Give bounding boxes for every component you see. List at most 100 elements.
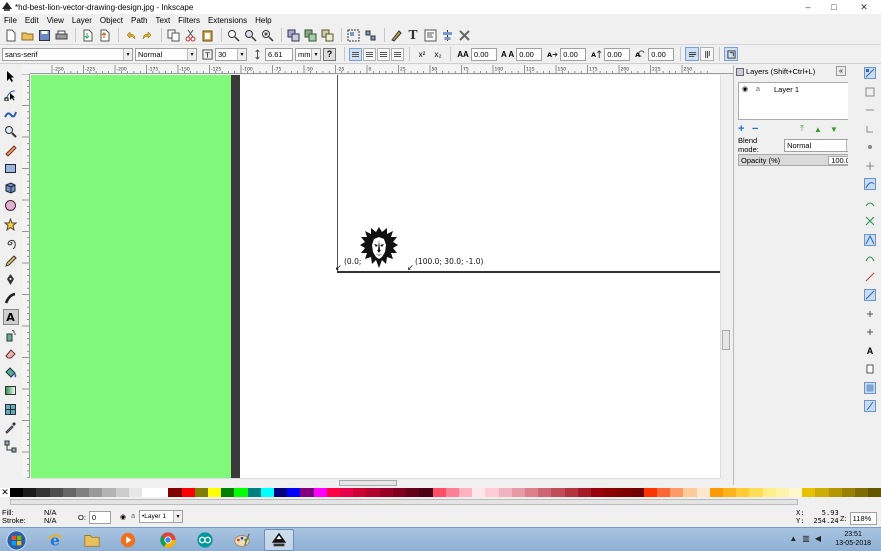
opacity-slider[interactable]: Opacity (%) 100.0 [738,154,856,166]
font-family-dropdown-icon[interactable]: ▾ [123,48,132,60]
snap-object-centers-icon[interactable] [864,308,876,320]
snap-smooth-nodes-icon[interactable] [864,252,876,264]
paste-icon[interactable] [200,28,214,42]
lock-icon[interactable]: a [750,86,766,93]
menu-help[interactable]: Help [251,16,275,25]
zoom-tool-icon[interactable] [3,124,19,140]
vertical-shift-field[interactable]: 0.00 [604,47,631,61]
color-swatch[interactable] [406,488,420,497]
color-swatch[interactable] [62,488,77,497]
help-button[interactable]: ? [323,47,336,61]
color-swatch[interactable] [604,488,618,497]
color-swatch[interactable] [287,488,301,497]
font-style-dropdown-icon[interactable]: ▾ [187,48,196,60]
snap-bbox-edge-icon[interactable] [864,104,876,116]
pencil-tool-icon[interactable] [3,253,19,269]
3d-box-tool-icon[interactable] [3,179,19,195]
snap-enable-icon[interactable] [864,67,876,79]
color-swatch[interactable] [23,488,37,497]
snap-line-midpoints-icon[interactable] [864,271,876,283]
opacity-status-field[interactable]: 0 [88,511,111,524]
copy-icon[interactable] [166,28,180,42]
color-swatch[interactable] [234,488,248,497]
palette-scroll-thumb[interactable] [10,499,798,505]
layer-name[interactable]: Layer 1 [774,85,799,94]
color-swatch[interactable] [670,488,684,497]
color-swatch[interactable] [168,488,182,497]
word-spacing-field[interactable]: 0.00 [516,47,543,61]
color-swatch[interactable] [656,488,671,497]
text-tool-icon[interactable]: A [2,308,19,325]
menu-filters[interactable]: Filters [174,16,204,25]
snap-others-icon[interactable] [864,289,876,301]
volume-icon[interactable]: ◀ [815,534,821,543]
cut-icon[interactable] [183,28,197,42]
inkscape-taskbar-icon[interactable] [264,529,294,551]
selector-tool-icon[interactable] [3,68,19,84]
unit-dropdown-icon[interactable]: ▾ [311,48,320,60]
menu-extensions[interactable]: Extensions [204,16,251,25]
color-swatch[interactable] [485,488,499,497]
measure-tool-icon[interactable] [3,142,19,158]
color-swatch[interactable] [788,488,803,497]
color-swatch[interactable] [551,488,565,497]
color-swatch[interactable] [89,488,103,497]
undo-icon[interactable] [123,28,137,42]
snap-toggle-button[interactable] [724,47,739,61]
color-swatch[interactable] [392,488,407,497]
snap-bbox-icon[interactable] [864,86,876,98]
color-swatch[interactable] [722,488,737,497]
unlink-clone-icon[interactable] [320,28,334,42]
panel-collapse-button[interactable]: « [836,66,846,76]
color-swatch[interactable] [590,488,605,497]
color-swatch[interactable] [630,488,644,497]
minimize-button[interactable]: – [795,0,821,14]
horizontal-scrollbar[interactable] [31,478,720,487]
color-swatch[interactable] [102,488,116,497]
eraser-tool-icon[interactable] [3,346,19,362]
dark-bitmap-strip[interactable] [231,75,240,478]
color-swatch[interactable] [617,488,631,497]
file-explorer-taskbar-icon[interactable] [77,529,107,551]
palette-scrollbar[interactable] [0,497,881,507]
calligraphy-tool-icon[interactable] [3,290,19,306]
color-swatch[interactable] [36,488,50,497]
lion-head-image[interactable] [359,226,399,270]
start-button[interactable] [3,529,29,551]
color-swatch[interactable] [841,488,855,497]
node-tool-icon[interactable] [3,87,19,103]
line-spacing-field[interactable]: 6.61 [265,47,293,61]
color-swatch[interactable] [736,488,750,497]
arduino-taskbar-icon[interactable] [190,529,220,551]
color-swatch[interactable] [366,488,380,497]
horizontal-text-button[interactable] [685,47,700,61]
color-swatch[interactable] [142,488,156,497]
raise-to-top-icon[interactable]: ⤒ [794,124,810,134]
font-family-field[interactable]: sans-serif ▾ [2,47,133,61]
color-swatch[interactable] [128,488,143,497]
color-swatch[interactable] [419,488,433,497]
zoom-selection-icon[interactable] [226,28,240,42]
color-swatch[interactable] [445,488,459,497]
menu-view[interactable]: View [43,16,68,25]
unit-field[interactable]: mm ▾ [295,47,321,61]
color-swatch[interactable] [208,488,222,497]
import-icon[interactable] [80,28,94,42]
color-swatch[interactable] [458,488,473,497]
export-icon[interactable] [97,28,111,42]
add-layer-icon[interactable]: + [738,123,752,135]
snap-bbox-center-icon[interactable] [864,160,876,172]
color-swatch[interactable] [353,488,367,497]
vertical-scrollbar[interactable] [720,75,732,478]
color-swatch[interactable] [194,488,209,497]
color-swatch[interactable] [524,488,539,497]
subscript-button[interactable]: x₂ [432,47,444,61]
snap-bbox-midpoint-icon[interactable] [864,141,876,153]
vertical-scroll-thumb[interactable] [722,330,730,350]
color-swatch[interactable] [76,488,90,497]
color-swatch[interactable] [472,488,486,497]
current-layer-dropdown-icon[interactable]: ▾ [173,511,183,522]
color-swatch[interactable] [10,488,24,497]
color-swatch[interactable] [379,488,393,497]
ellipse-tool-icon[interactable] [3,198,19,214]
